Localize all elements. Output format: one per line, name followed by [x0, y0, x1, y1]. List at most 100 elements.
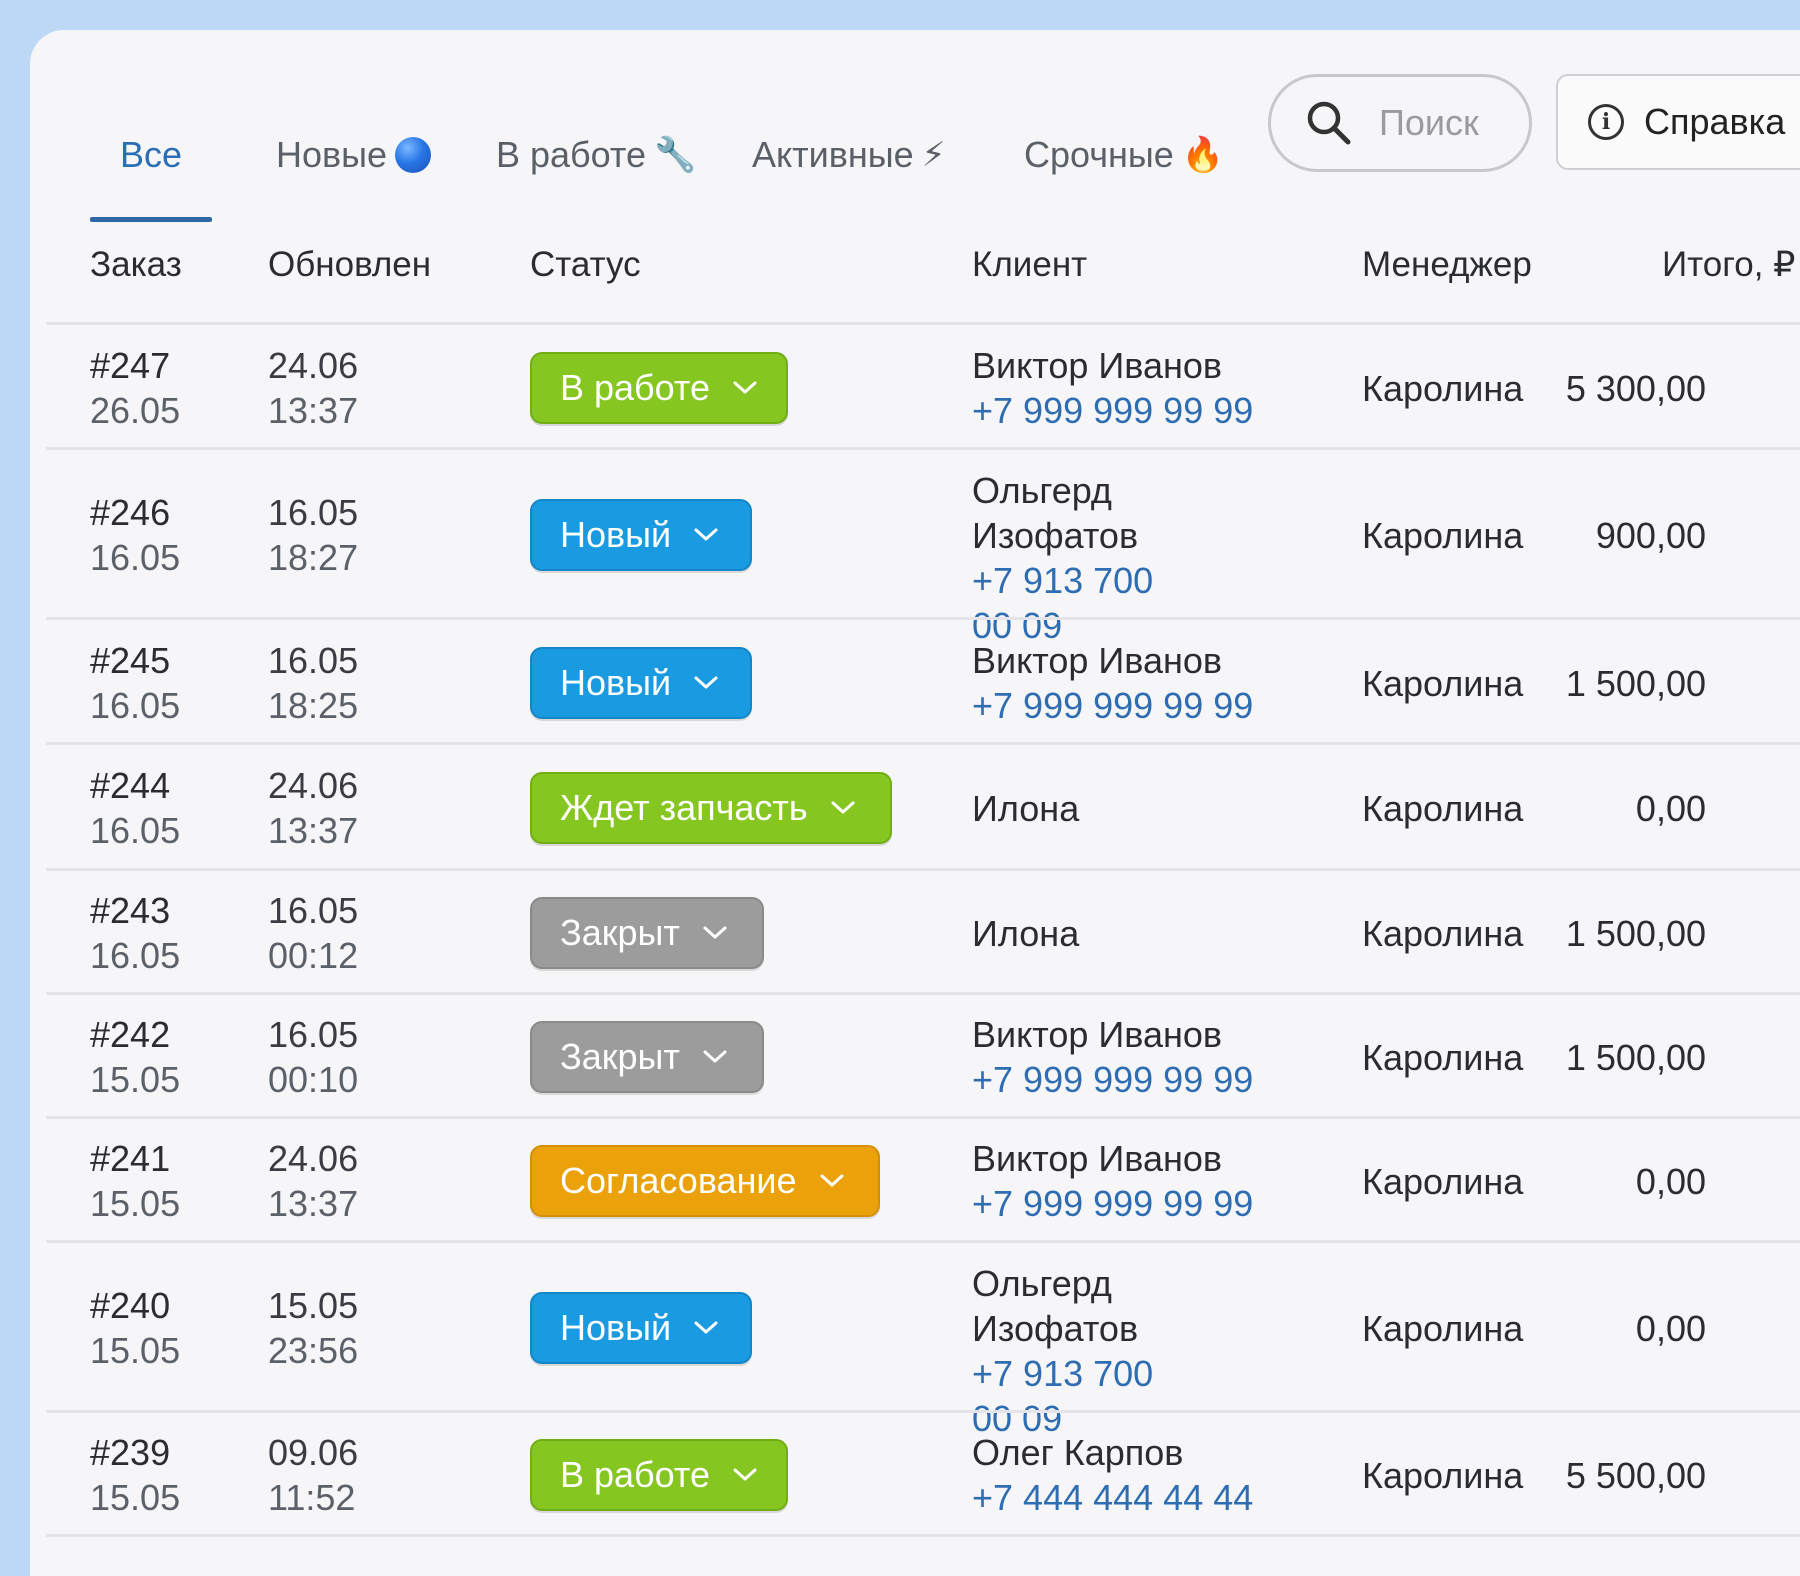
order-number[interactable]: #241 [90, 1136, 180, 1181]
updated-date: 16.05 [268, 639, 359, 681]
chevron-down-icon [693, 1320, 719, 1336]
updated-date: 15.05 [268, 1285, 359, 1326]
client-name[interactable]: Олег Карпов [972, 1430, 1253, 1475]
order-number[interactable]: #243 [90, 888, 180, 933]
order-number[interactable]: #240 [90, 1283, 180, 1328]
table-row[interactable]: #241 15.05 24.06 13:37 Согласование Виктор Ив… [46, 1116, 1800, 1243]
status-dropdown[interactable]: В работе [530, 1439, 788, 1511]
status-dropdown[interactable]: В работе [530, 351, 788, 424]
order-number[interactable]: #244 [90, 763, 180, 808]
order-cell[interactable]: #245 16.05 [90, 638, 180, 728]
client-phone-link[interactable]: +7 444 444 44 44 [972, 1475, 1253, 1520]
table-row[interactable]: #245 16.05 16.05 18:25 Новый Виктор Иванов +7 … [46, 617, 1800, 745]
table-row[interactable]: #244 16.05 24.06 13:37 Ждет запчасть Илона Кар… [46, 742, 1800, 871]
order-cell[interactable]: #242 15.05 [90, 1012, 180, 1102]
table-row[interactable]: #240 15.05 15.05 23:56 Новый Ольгерд Изофатов… [46, 1240, 1800, 1439]
status-dropdown[interactable]: Закрыт [530, 897, 764, 969]
column-header-total[interactable]: Итого, ₽ [1662, 220, 1795, 310]
order-cell[interactable]: #244 16.05 [90, 763, 180, 853]
order-number[interactable]: #239 [90, 1430, 180, 1475]
client-name[interactable]: Илона [972, 911, 1079, 956]
table-row[interactable]: #239 15.05 09.06 11:52 В работе Олег Карпов +7… [46, 1410, 1800, 1537]
table-header: Заказ Обновлен Статус Клиент Менеджер Ит… [30, 220, 1800, 310]
client-name[interactable]: Виктор Иванов [972, 343, 1253, 388]
order-cell[interactable]: #241 15.05 [90, 1136, 180, 1226]
column-header-manager[interactable]: Менеджер [1362, 220, 1532, 310]
updated-time: 23:56 [268, 1330, 359, 1371]
search-box[interactable] [1268, 74, 1532, 172]
chevron-down-icon [732, 380, 758, 396]
manager-name: Каролина [1362, 662, 1524, 704]
client-name[interactable]: Виктор Иванов [972, 1136, 1253, 1181]
client-phone-link[interactable]: +7 999 999 99 99 [972, 388, 1253, 433]
table-row[interactable]: #243 16.05 16.05 00:12 Закрыт Илона Каролина 1 … [46, 868, 1800, 995]
updated-time: 13:37 [268, 389, 359, 431]
client-name[interactable]: Илона [972, 786, 1079, 831]
order-cell[interactable]: #246 16.05 [90, 490, 180, 580]
total-amount: 5 500,00 [1565, 1455, 1706, 1496]
client-name[interactable]: Ольгерд Изофатов [972, 468, 1172, 558]
updated-time: 00:10 [268, 1059, 359, 1100]
updated-date: 24.06 [268, 344, 359, 386]
search-input[interactable] [1377, 101, 1501, 145]
status-dropdown[interactable]: Закрыт [530, 1021, 764, 1093]
status-label: В работе [560, 366, 711, 408]
search-icon [1307, 101, 1351, 145]
order-cell[interactable]: #243 16.05 [90, 888, 180, 978]
total-amount: 5 300,00 [1565, 367, 1706, 409]
updated-date: 24.06 [268, 765, 359, 806]
client-cell: Олег Карпов +7 444 444 44 44 [972, 1430, 1253, 1520]
updated-cell: 16.05 00:12 [268, 888, 358, 978]
order-number[interactable]: #242 [90, 1012, 180, 1057]
order-cell[interactable]: #240 15.05 [90, 1283, 180, 1373]
updated-time: 13:37 [268, 1183, 359, 1224]
order-number[interactable]: #246 [90, 490, 180, 535]
updated-time: 13:37 [268, 810, 359, 851]
updated-cell: 15.05 23:56 [268, 1283, 358, 1373]
tab-in-progress[interactable]: В работе 🔧 [496, 90, 696, 220]
client-name[interactable]: Ольгерд Изофатов [972, 1261, 1172, 1351]
manager-name: Каролина [1362, 1161, 1524, 1202]
total-amount: 0,00 [1635, 1161, 1706, 1202]
table-row[interactable]: #247 26.05 24.06 13:37 В работе Виктор Иванов… [46, 322, 1800, 450]
client-phone-link[interactable]: +7 999 999 99 99 [972, 1181, 1253, 1226]
status-dropdown[interactable]: Новый [530, 646, 752, 719]
status-dropdown[interactable]: Новый [530, 1292, 752, 1364]
column-header-client[interactable]: Клиент [972, 220, 1087, 310]
status-label: Закрыт [560, 1036, 680, 1077]
updated-date: 16.05 [268, 1014, 359, 1055]
order-created-date: 15.05 [90, 1477, 181, 1518]
table-row[interactable]: #246 16.05 16.05 18:27 Новый Ольгерд Изофатов… [46, 447, 1800, 646]
status-dropdown[interactable]: Новый [530, 499, 752, 571]
client-name[interactable]: Виктор Иванов [972, 638, 1253, 683]
order-cell[interactable]: #247 26.05 [90, 343, 180, 433]
order-created-date: 16.05 [90, 684, 181, 726]
status-label: Новый [560, 661, 672, 703]
column-header-status[interactable]: Статус [530, 220, 641, 310]
updated-cell: 16.05 00:10 [268, 1012, 358, 1102]
column-header-updated[interactable]: Обновлен [268, 220, 431, 310]
total-amount: 0,00 [1635, 788, 1706, 829]
manager-name: Каролина [1362, 1037, 1524, 1078]
order-number[interactable]: #245 [90, 638, 180, 683]
order-number[interactable]: #247 [90, 343, 180, 388]
status-dropdown[interactable]: Согласование [530, 1145, 880, 1217]
column-header-order[interactable]: Заказ [90, 220, 182, 310]
info-icon: i [1588, 104, 1624, 140]
tab-active[interactable]: Активные ⚡ [752, 90, 946, 220]
status-label: Ждет запчасть [560, 787, 808, 828]
order-created-date: 26.05 [90, 389, 181, 431]
order-cell[interactable]: #239 15.05 [90, 1430, 180, 1520]
tab-all[interactable]: Все [90, 90, 213, 222]
client-phone-link[interactable]: +7 999 999 99 99 [972, 683, 1253, 728]
tab-label: Все [120, 134, 183, 175]
status-dropdown[interactable]: Ждет запчасть [530, 772, 892, 844]
client-name[interactable]: Виктор Иванов [972, 1012, 1253, 1057]
help-button[interactable]: i Справка [1556, 74, 1800, 170]
tab-new[interactable]: Новые [276, 90, 432, 220]
updated-time: 00:12 [268, 935, 359, 976]
table-row[interactable]: #242 15.05 16.05 00:10 Закрыт Виктор Иванов +7… [46, 992, 1800, 1119]
status-label: В работе [560, 1454, 711, 1495]
client-phone-link[interactable]: +7 999 999 99 99 [972, 1057, 1253, 1102]
tab-urgent[interactable]: Срочные 🔥 [1024, 90, 1224, 220]
